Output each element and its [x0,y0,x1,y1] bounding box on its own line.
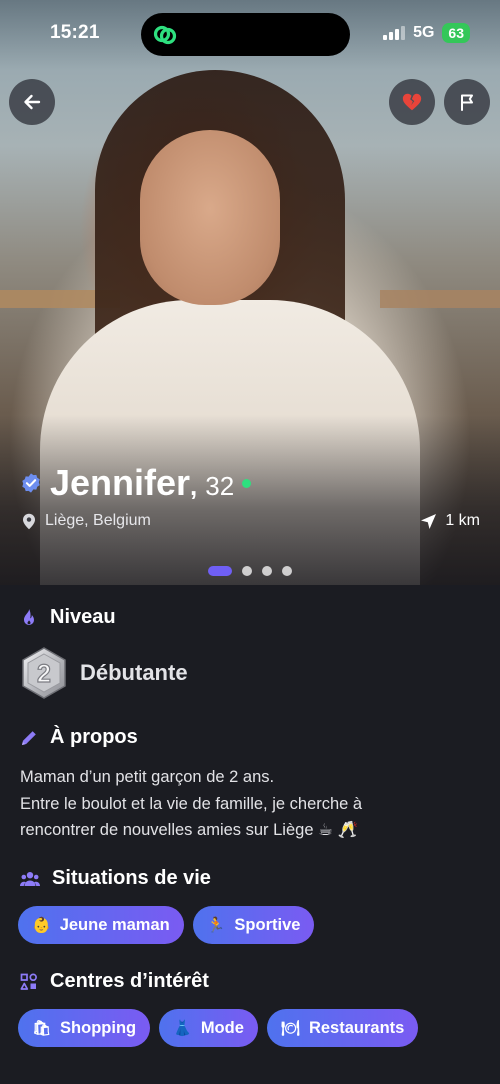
dress-emoji-icon: 👗 [173,1019,192,1037]
interest-chips: 🛍 Shopping 👗 Mode 🍽 Restaurants [18,1009,419,1047]
pagination-dot[interactable] [262,566,272,576]
level-badge-number: 2 [37,660,51,688]
photo-pagination[interactable] [0,566,500,576]
report-button[interactable] [444,79,490,125]
chip-fashion[interactable]: 👗 Mode [159,1009,258,1047]
level-row: 2 Débutante [20,646,188,700]
location-text: Liège, Belgium [45,512,151,529]
name-row: Jennifer, 32 [20,462,252,504]
life-section-title: Situations de vie [20,867,211,890]
about-line: Maman d’un petit garçon de 2 ans. [20,768,275,786]
flame-icon [24,608,34,625]
level-badge-icon: 2 [22,647,66,699]
plate-emoji-icon: 🍽 [280,1019,300,1037]
profile-age: 32 [205,471,235,501]
shapes-icon [20,973,37,990]
level-title: Niveau [50,606,116,628]
life-situation-chips: 👶 Jeune maman 🏃 Sportive [18,906,315,944]
pencil-icon [22,730,36,745]
flag-icon [461,94,473,111]
interests-section-title: Centres d’intérêt [20,970,209,993]
profile-distance: 1 km [420,512,480,530]
battery-indicator: 63 [442,23,470,43]
network-type: 5G [413,24,435,41]
about-text: Maman d’un petit garçon de 2 ans. Entre … [20,764,480,844]
about-title: À propos [50,726,138,748]
chip-label: Restaurants [308,1018,405,1037]
chip-label: Mode [200,1018,244,1037]
interests-title: Centres d’intérêt [50,970,209,992]
navigation-arrow-icon [421,513,437,529]
photo-background-table [380,290,500,308]
status-time: 15:21 [50,22,100,43]
about-line: Entre le boulot et la vie de famille, je… [20,794,363,813]
chip-label: Sportive [234,915,301,934]
arrow-left-icon [24,94,41,110]
chip-sporty[interactable]: 🏃 Sportive [192,906,315,944]
chip-label: Jeune maman [59,915,170,934]
shopping-bags-emoji-icon: 🛍 [32,1019,52,1037]
people-icon [20,871,40,886]
photo-face [140,130,280,305]
about-line: rencontrer de nouvelles amies sur Liège … [20,821,359,839]
level-section-title: Niveau [20,606,116,629]
map-pin-icon [23,513,35,529]
link-app-icon [153,25,177,45]
dynamic-island [141,13,350,56]
about-section-title: À propos [20,726,138,749]
pagination-dot-active[interactable] [208,566,232,576]
baby-emoji-icon: 👶 [32,916,51,934]
chip-label: Shopping [60,1018,137,1037]
chip-shopping[interactable]: 🛍 Shopping [18,1009,151,1047]
broken-heart-icon [402,93,422,111]
unmatch-button[interactable] [389,79,435,125]
name-separator: , [190,471,198,501]
level-label: Débutante [80,660,188,685]
status-indicators: 5G 63 [383,23,470,43]
chip-young-mom[interactable]: 👶 Jeune maman [18,906,184,944]
verified-badge-icon [22,473,40,493]
signal-icon [383,26,406,40]
profile-name: Jennifer [50,462,191,503]
distance-text: 1 km [445,512,480,529]
runner-emoji-icon: 🏃 [206,916,226,934]
online-dot-icon [242,478,252,488]
back-button[interactable] [9,79,55,125]
pagination-dot[interactable] [282,566,292,576]
life-title: Situations de vie [52,867,211,889]
chip-restaurants[interactable]: 🍽 Restaurants [266,1009,419,1047]
pagination-dot[interactable] [242,566,252,576]
profile-location: Liège, Belgium [22,512,151,530]
